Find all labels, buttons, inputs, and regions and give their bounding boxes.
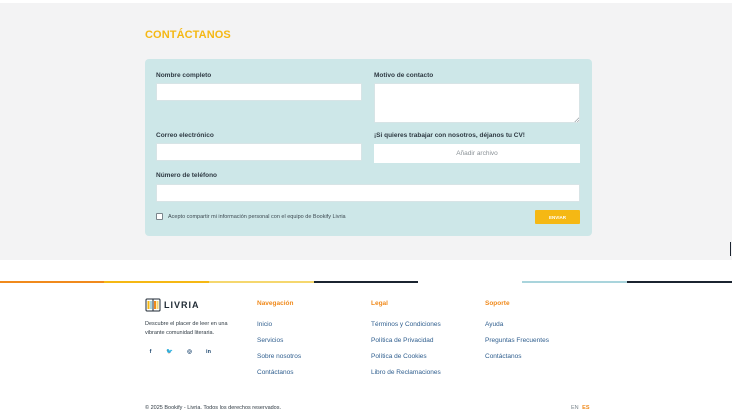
name-input[interactable] xyxy=(156,83,362,101)
cv-label: ¡Si quieres trabajar con nosotros, déjan… xyxy=(374,132,525,139)
book-logo-icon xyxy=(145,298,161,312)
footer-link-privacidad[interactable]: Política de Privacidad xyxy=(371,337,434,344)
instagram-icon[interactable]: ◎ xyxy=(183,345,196,358)
footer-col-title-soporte: Soporte xyxy=(485,300,510,307)
stripe-navy xyxy=(314,281,418,283)
email-input[interactable] xyxy=(156,143,362,161)
language-switcher: EN ES xyxy=(571,405,590,411)
contact-title: CONTÁCTANOS xyxy=(145,29,231,41)
add-file-button[interactable]: Añadir archivo xyxy=(374,144,580,163)
footer-col-title-legal: Legal xyxy=(371,300,388,307)
consent-text: Acepto compartir mi información personal… xyxy=(168,213,346,220)
brand-name: LIVRIA xyxy=(164,300,200,310)
brand[interactable]: LIVRIA xyxy=(145,298,200,312)
contact-form: Nombre completo Motivo de contacto Corre… xyxy=(145,59,592,236)
footer-link-soporte-contactanos[interactable]: Contáctanos xyxy=(485,353,522,360)
facebook-icon[interactable]: f xyxy=(144,345,157,358)
stripe-yellow xyxy=(104,281,209,283)
reason-textarea[interactable] xyxy=(374,83,580,123)
consent-checkbox[interactable] xyxy=(156,213,163,220)
stripe-orange xyxy=(0,281,104,283)
send-button[interactable]: ENVIAR xyxy=(535,210,580,224)
reason-textarea-wrapper xyxy=(374,83,580,123)
linkedin-icon[interactable]: in xyxy=(202,345,215,358)
resize-grip-icon[interactable] xyxy=(574,117,579,122)
stripe-white xyxy=(418,281,522,283)
phone-label: Número de teléfono xyxy=(156,172,218,179)
consent-row: Acepto compartir mi información personal… xyxy=(156,213,346,220)
contact-section: CONTÁCTANOS Nombre completo Motivo de co… xyxy=(0,0,732,260)
footer-col-title-navegacion: Navegación xyxy=(257,300,294,307)
footer-link-terminos[interactable]: Términos y Condiciones xyxy=(371,321,441,328)
footer-link-inicio[interactable]: Inicio xyxy=(257,321,272,328)
top-edge xyxy=(0,0,732,3)
copyright: © 2025 Bookify - Livria. Todos los derec… xyxy=(145,405,282,411)
language-en[interactable]: EN xyxy=(571,405,579,411)
language-es[interactable]: ES xyxy=(582,405,589,411)
reason-label: Motivo de contacto xyxy=(374,72,434,79)
phone-input[interactable] xyxy=(156,184,580,202)
stripe-navy-2 xyxy=(627,281,732,283)
footer-link-cookies[interactable]: Política de Cookies xyxy=(371,353,427,360)
stripe-light-yellow xyxy=(209,281,314,283)
footer-link-contactanos[interactable]: Contáctanos xyxy=(257,369,294,376)
scroll-indicator xyxy=(730,242,731,256)
name-label: Nombre completo xyxy=(156,72,212,79)
footer-link-faq[interactable]: Preguntas Frecuentes xyxy=(485,337,549,344)
twitter-icon[interactable]: 🐦 xyxy=(163,345,176,358)
stripe-light-blue xyxy=(522,281,627,283)
brand-description: Descubre el placer de leer en una vibran… xyxy=(145,321,228,336)
footer-link-reclamaciones[interactable]: Libro de Reclamaciones xyxy=(371,369,441,376)
footer-link-sobre-nosotros[interactable]: Sobre nosotros xyxy=(257,353,301,360)
footer-link-ayuda[interactable]: Ayuda xyxy=(485,321,503,328)
footer-link-servicios[interactable]: Servicios xyxy=(257,337,283,344)
email-label: Correo electrónico xyxy=(156,132,214,139)
